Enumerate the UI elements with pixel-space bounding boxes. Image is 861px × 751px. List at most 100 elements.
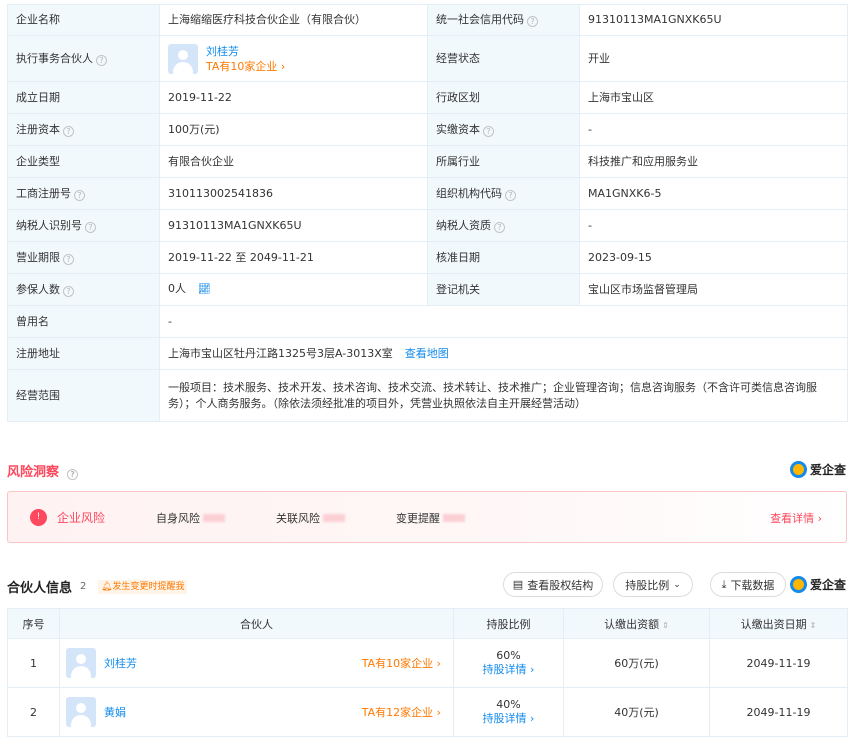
org-code-label: 组织机构代码? [427,177,580,210]
download-button[interactable]: ⤓ 下载数据 [710,572,786,597]
help-icon[interactable]: ? [85,221,96,233]
col-header-date[interactable]: 认缴出资日期 ⇕ [709,608,848,639]
help-icon[interactable]: ? [527,16,538,27]
share-detail-link[interactable]: 持股详情 › [454,712,563,726]
approved-value: 2023-09-15 [579,241,848,274]
established-label: 成立日期 [7,81,160,114]
ratio-cell: 40% 持股详情 › [453,687,564,737]
partners-section-title: 合伙人信息 [7,581,73,596]
term-label: 营业期限? [7,241,160,274]
executive-partner-value: 刘桂芳 TA有10家企业 › [159,35,428,82]
structure-icon: ▤ [512,578,524,591]
col-header-amount[interactable]: 认缴出资额 ⇕ [563,608,710,639]
share-percent: 60% [496,649,521,662]
help-icon[interactable]: ? [63,253,74,265]
risk-section-title: 风险洞察? [7,461,79,480]
help-icon[interactable]: ? [74,189,85,201]
former-name-value: - [159,305,848,338]
view-map-link[interactable]: 查看地图 [405,347,449,360]
scope-label: 经营范围 [7,369,160,422]
share-percent: 40% [496,698,521,711]
established-value: 2019-11-22 [159,81,428,114]
address-value: 上海市宝山区牡丹江路1325号3层A-3013X室 查看地图 [159,337,848,370]
executive-partner-name[interactable]: 刘桂芳 [206,44,285,59]
partners-count: 2 [80,581,87,592]
chevron-down-icon: ⌄ [673,579,681,590]
ratio-cell: 60% 持股详情 › [453,638,564,688]
industry-label: 所属行业 [427,145,580,178]
district-label: 行政区划 [427,81,580,114]
approved-label: 核准日期 [427,241,580,274]
status-label: 经营状态 [427,35,580,82]
taxpayer-id-label: 纳税人识别号? [7,209,160,242]
industry-value: 科技推广和应用服务业 [579,145,848,178]
share-detail-link[interactable]: 持股详情 › [454,663,563,677]
self-risk-item[interactable]: 自身风险 [156,510,225,526]
partner-companies-link[interactable]: TA有12家企业 › [362,705,441,720]
change-alert-item[interactable]: 变更提醒 [396,510,465,526]
col-header-ratio: 持股比例 [453,608,564,639]
partner-companies-link[interactable]: TA有10家企业 › [362,656,441,671]
row-no: 2 [7,687,60,737]
amount-cell: 60万(元) [563,638,710,688]
partner-cell: 刘桂芳 TA有10家企业 › [59,638,454,688]
credit-code-label: 统一社会信用代码? [427,4,580,36]
download-icon: ⤓ [721,577,727,591]
partner-name[interactable]: 刘桂芳 [104,656,137,671]
taxpayer-qual-value: - [579,209,848,242]
view-details-link[interactable]: 查看详情 › [770,510,822,526]
avatar[interactable] [168,43,198,74]
risk-panel[interactable]: ! 企业风险 自身风险 关联风险 变更提醒 查看详情 › [7,491,847,543]
credit-code-value: 91310113MA1GNXK65U [579,4,848,36]
reg-capital-value: 100万(元) [159,113,428,146]
table-row: 1 刘桂芳 TA有10家企业 › 60% 持股详情 › 60万(元) 2049-… [7,638,848,688]
aiqicha-logo-icon [790,461,807,478]
help-icon[interactable]: ? [67,469,79,480]
paid-capital-label: 实缴资本? [427,113,580,146]
risk-shield-icon: ! [30,509,47,526]
sort-icon[interactable]: ⇕ [662,621,669,630]
blurred-count [443,514,465,522]
help-icon[interactable]: ? [505,189,516,201]
company-name-label: 企业名称 [7,4,160,36]
aiqicha-logo-icon [790,576,807,593]
help-icon[interactable]: ? [63,125,74,137]
help-icon[interactable]: ? [96,54,107,66]
org-code-value: MA1GNXK6-5 [579,177,848,210]
company-type-value: 有限合伙企业 [159,145,428,178]
date-cell: 2049-11-19 [709,687,848,737]
help-icon[interactable]: ? [494,221,505,233]
row-no: 1 [7,638,60,688]
executive-partner-label: 执行事务合伙人? [7,35,160,82]
term-value: 2019-11-22 至 2049-11-21 [159,241,428,274]
amount-cell: 40万(元) [563,687,710,737]
help-icon[interactable]: ? [483,125,494,137]
basic-info-table: 企业名称 上海缩缩医疗科技合伙企业（有限合伙） 统一社会信用代码? 913101… [7,4,848,422]
partner-name[interactable]: 黄娟 [104,705,126,720]
biz-reg-no-label: 工商注册号? [7,177,160,210]
scope-value: 一般项目：技术服务、技术开发、技术咨询、技术交流、技术转让、技术推广；企业管理咨… [159,369,848,422]
avatar[interactable] [66,697,96,727]
partner-cell: 黄娟 TA有12家企业 › [59,687,454,737]
authority-value: 宝山区市场监督管理局 [579,273,848,306]
view-structure-button[interactable]: ▤ 查看股权结构 [503,572,603,597]
authority-label: 登记机关 [427,273,580,306]
trend-chart-icon[interactable]: 📈︎ [198,284,211,295]
company-type-label: 企业类型 [7,145,160,178]
reg-capital-label: 注册资本? [7,113,160,146]
col-header-no: 序号 [7,608,60,639]
executive-partner-companies-link[interactable]: TA有10家企业 › [206,59,285,74]
help-icon[interactable]: ? [63,285,74,297]
risk-name: 企业风险 [57,511,106,525]
avatar[interactable] [66,648,96,678]
sort-icon[interactable]: ⇕ [810,621,817,630]
change-notify-button[interactable]: 🔔︎发生变更时提醒我 [98,580,188,594]
former-name-label: 曾用名 [7,305,160,338]
ratio-dropdown[interactable]: 持股比例 ⌄ [613,572,693,597]
taxpayer-id-value: 91310113MA1GNXK65U [159,209,428,242]
aiqicha-logo: 爱企查 [790,461,846,478]
company-name-value: 上海缩缩医疗科技合伙企业（有限合伙） [159,4,428,36]
blurred-count [203,514,225,522]
related-risk-item[interactable]: 关联风险 [276,510,345,526]
address-label: 注册地址 [7,337,160,370]
